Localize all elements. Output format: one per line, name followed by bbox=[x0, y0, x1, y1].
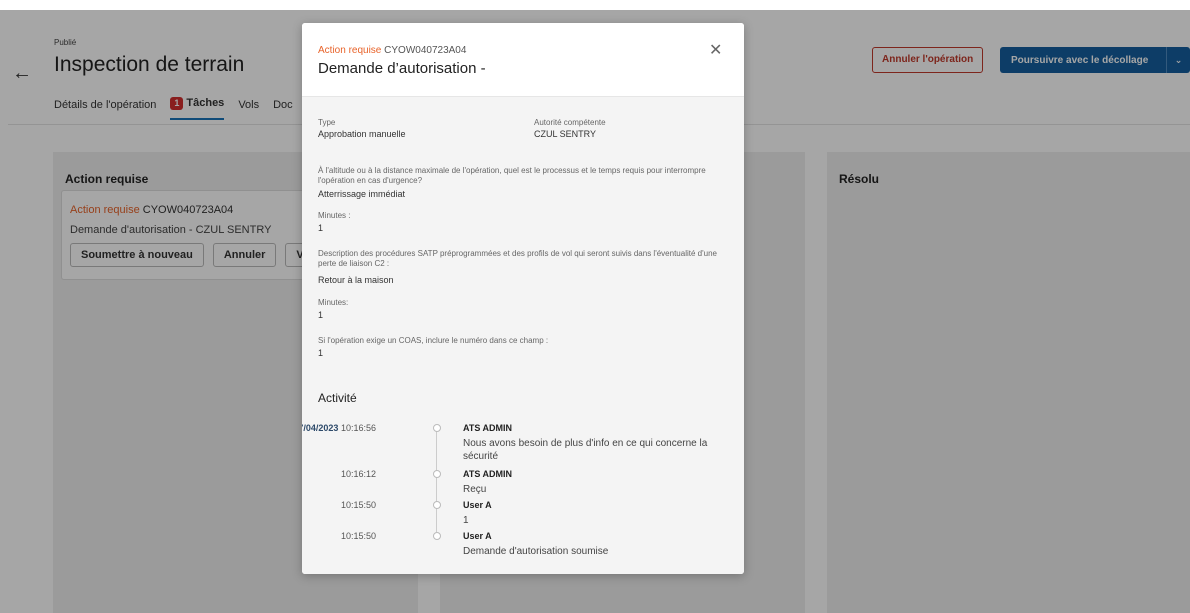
question-text: À l'altitude ou à la distance maximale d… bbox=[318, 166, 706, 185]
activity-time: 10:16:12 bbox=[340, 469, 376, 479]
answer-text: Atterrissage immédiat bbox=[318, 189, 406, 199]
activity-user: User A bbox=[463, 531, 492, 541]
activity-message: 1 bbox=[463, 515, 469, 526]
activity-dot bbox=[433, 470, 441, 478]
question-text: Si l'opération exige un COAS, inclure le… bbox=[318, 336, 549, 345]
activity-message: Demande d'autorisation soumise bbox=[463, 546, 609, 557]
activity-dot bbox=[433, 501, 441, 509]
modal-status: Action requise bbox=[318, 45, 382, 56]
activity-timestamp: 10:15:50 bbox=[302, 500, 376, 510]
activity-user: User A bbox=[463, 500, 492, 510]
authority-value: CZUL SENTRY bbox=[534, 129, 597, 139]
activity-dot bbox=[433, 532, 441, 540]
answer-text: 1 bbox=[318, 310, 324, 320]
answer-text: 1 bbox=[318, 348, 324, 358]
activity-time: 10:16:56 bbox=[340, 423, 376, 433]
question-text: Minutes : bbox=[318, 211, 351, 220]
activity-dot bbox=[433, 424, 441, 432]
modal-code-value: CYOW040723A04 bbox=[384, 45, 467, 56]
close-icon[interactable]: ✕ bbox=[709, 40, 722, 60]
activity-user: ATS ADMIN bbox=[463, 469, 512, 479]
authority-label: Autorité compétente bbox=[534, 118, 606, 127]
answer-text: Retour à la maison bbox=[318, 275, 394, 285]
activity-timeline-line bbox=[436, 428, 437, 532]
activity-time: 10:15:50 bbox=[340, 500, 376, 510]
question-text: Description des procédures SATP préprogr… bbox=[318, 249, 717, 268]
activity-message: Reçu bbox=[463, 484, 487, 495]
modal-header: Action requise CYOW040723A04 Demande d’a… bbox=[302, 23, 744, 97]
modal-title: Demande d’autorisation - bbox=[318, 60, 486, 77]
type-value: Approbation manuelle bbox=[318, 129, 406, 139]
activity-timestamp: 10:16:12 bbox=[302, 469, 376, 479]
question-text: Minutes: bbox=[318, 298, 349, 307]
activity-timestamp: 10:15:50 bbox=[302, 531, 376, 541]
activity-time: 10:15:50 bbox=[340, 531, 376, 541]
activity-date: 07/04/2023 bbox=[302, 423, 339, 433]
activity-user: ATS ADMIN bbox=[463, 423, 512, 433]
activity-message: Nous avons besoin de plus d'info en ce q… bbox=[463, 438, 708, 462]
activity-timestamp: 07/04/2023 10:16:56 bbox=[302, 423, 376, 433]
answer-text: 1 bbox=[318, 223, 324, 233]
activity-title: Activité bbox=[318, 391, 357, 405]
modal-body: Type Approbation manuelle Autorité compé… bbox=[302, 97, 744, 574]
authorization-request-modal: Action requise CYOW040723A04 Demande d’a… bbox=[302, 23, 744, 574]
modal-code: Action requise CYOW040723A04 bbox=[318, 45, 466, 56]
type-label: Type bbox=[318, 118, 336, 127]
